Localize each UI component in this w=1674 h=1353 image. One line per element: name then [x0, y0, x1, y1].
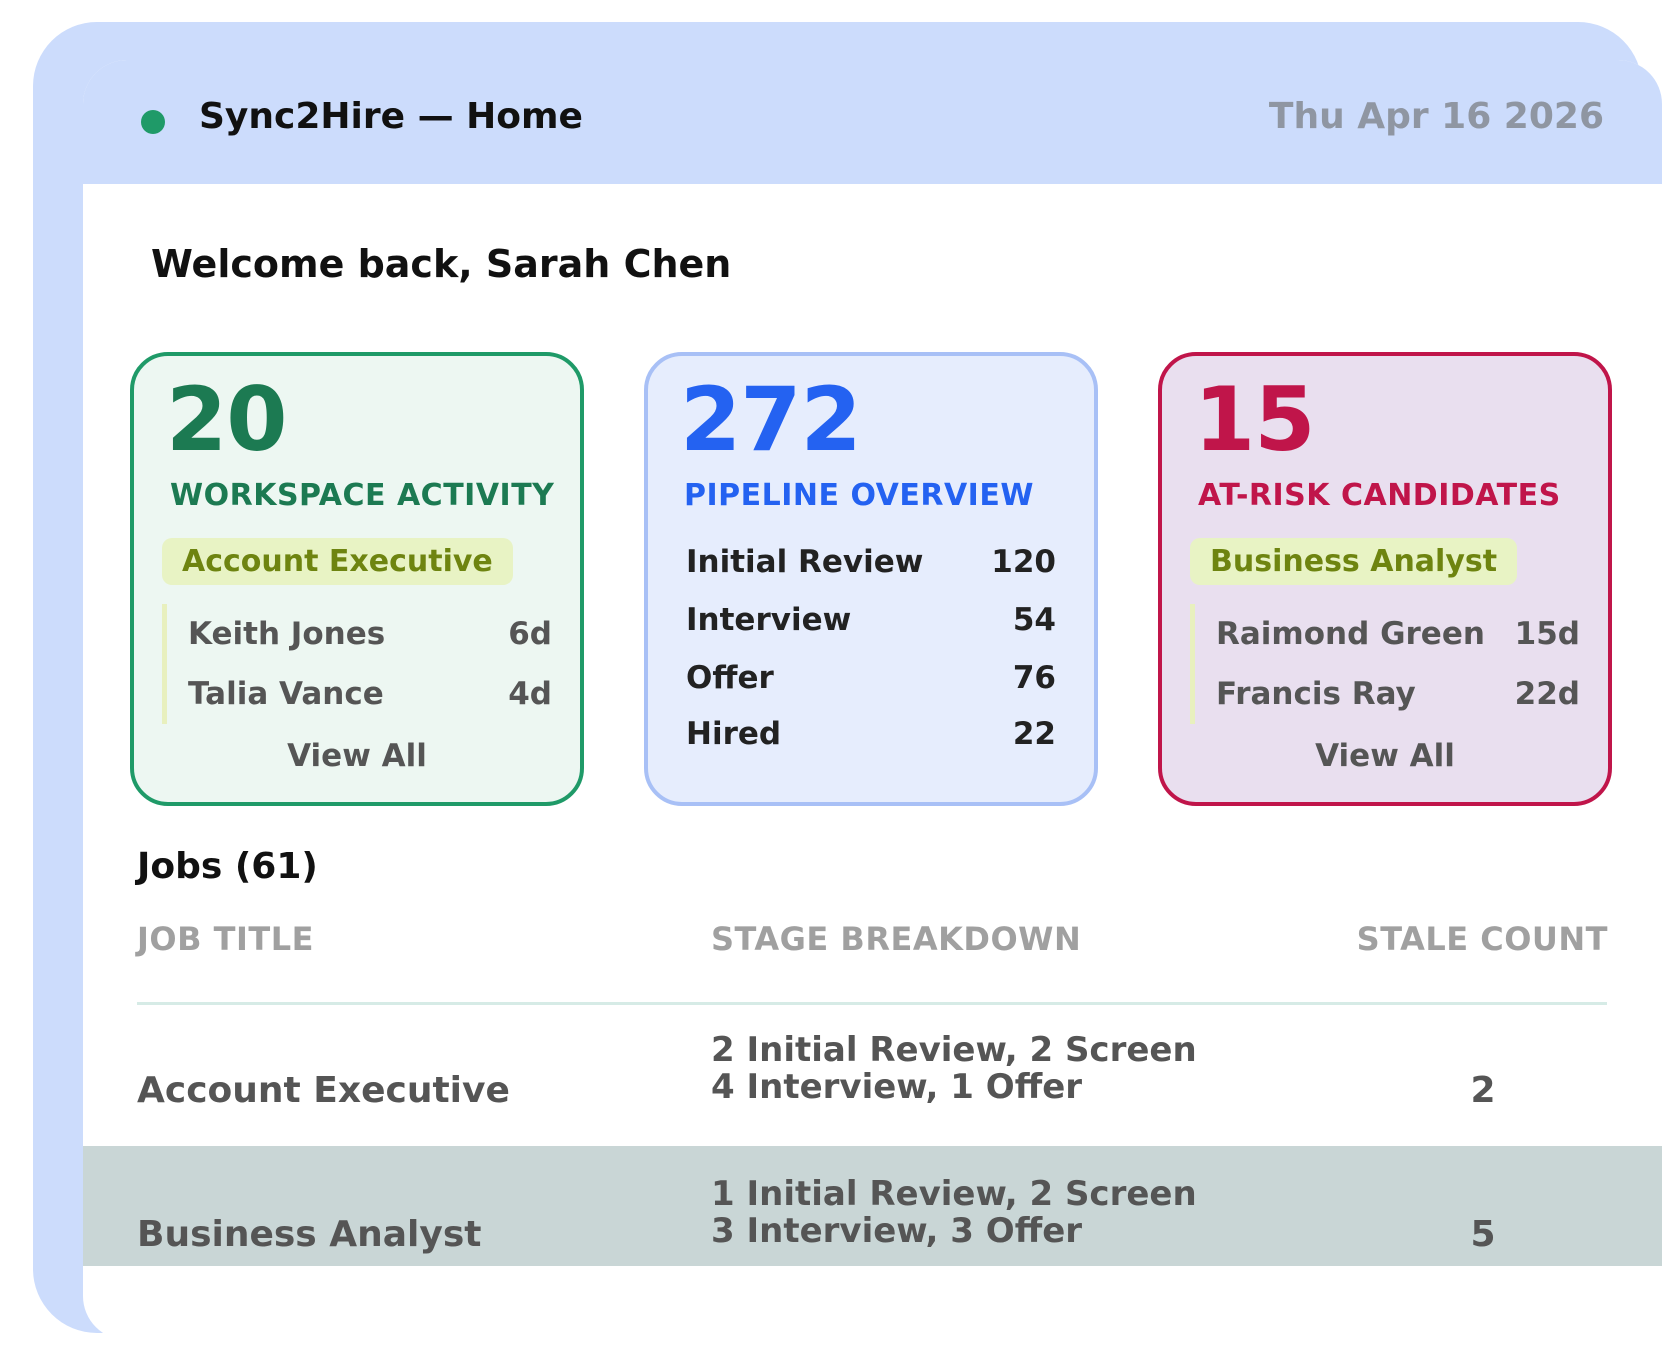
stage-breakdown-line: 2 Initial Review, 2 Screen: [711, 1030, 1197, 1070]
stage-name: Interview: [686, 602, 852, 638]
candidate-name: Talia Vance: [188, 676, 384, 712]
candidate-name: Keith Jones: [188, 616, 386, 652]
column-header-job-title[interactable]: JOB TITLE: [137, 920, 314, 958]
pipeline-stage-row[interactable]: Initial Review 120: [686, 544, 1056, 584]
view-all-link[interactable]: View All: [1162, 738, 1608, 774]
stage-breakdown: 2 Initial Review, 2 Screen 4 Interview, …: [711, 1032, 1197, 1106]
app-window: Sync2Hire — Home Thu Apr 16 2026 Welcome…: [83, 60, 1662, 1340]
workspace-activity-card[interactable]: 20 WORKSPACE ACTIVITY Account Executive …: [130, 352, 584, 806]
candidate-row[interactable]: Keith Jones 6d: [188, 616, 552, 656]
app-window-frame: Sync2Hire — Home Thu Apr 16 2026 Welcome…: [33, 22, 1662, 1340]
stale-count: 2: [1470, 1070, 1496, 1111]
table-row[interactable]: Account Executive 2 Initial Review, 2 Sc…: [83, 1032, 1662, 1152]
candidate-row[interactable]: Talia Vance 4d: [188, 676, 552, 716]
stage-count: 76: [1012, 660, 1056, 696]
candidate-days: 6d: [508, 616, 552, 652]
candidate-name: Raimond Green: [1216, 616, 1485, 652]
job-title: Account Executive: [137, 1070, 510, 1111]
stage-name: Initial Review: [686, 544, 924, 580]
pipeline-stage-row[interactable]: Offer 76: [686, 660, 1056, 700]
stage-name: Offer: [686, 660, 774, 696]
stage-count: 120: [991, 544, 1056, 580]
top-bar: Sync2Hire — Home Thu Apr 16 2026: [83, 60, 1662, 184]
stale-count: 5: [1470, 1214, 1496, 1255]
candidate-row[interactable]: Francis Ray 22d: [1216, 676, 1580, 716]
stage-count: 54: [1012, 602, 1056, 638]
stage-breakdown-line: 4 Interview, 1 Offer: [711, 1067, 1083, 1107]
pipeline-stage-row[interactable]: Interview 54: [686, 602, 1056, 642]
view-all-link[interactable]: View All: [134, 738, 580, 774]
at-risk-label: AT-RISK CANDIDATES: [1198, 478, 1561, 513]
pipeline-overview-card[interactable]: 272 PIPELINE OVERVIEW Initial Review 120…: [644, 352, 1098, 806]
candidate-days: 4d: [508, 676, 552, 712]
at-risk-candidates-card[interactable]: 15 AT-RISK CANDIDATES Business Analyst R…: [1158, 352, 1612, 806]
pipeline-stage-row[interactable]: Hired 22: [686, 716, 1056, 756]
current-date: Thu Apr 16 2026: [1268, 96, 1604, 137]
status-indicator-icon: [141, 110, 165, 134]
divider: [162, 604, 167, 724]
candidate-name: Francis Ray: [1216, 676, 1416, 712]
column-header-stage-breakdown[interactable]: STAGE BREAKDOWN: [711, 920, 1081, 958]
page-title: Sync2Hire — Home: [199, 96, 583, 137]
candidate-days: 15d: [1514, 616, 1580, 652]
job-tag: Business Analyst: [1190, 538, 1518, 585]
table-row[interactable]: Business Analyst 1 Initial Review, 2 Scr…: [83, 1176, 1662, 1296]
stage-name: Hired: [686, 716, 782, 752]
job-title: Business Analyst: [137, 1214, 482, 1255]
table-header-divider: [137, 1002, 1607, 1005]
divider: [1190, 604, 1195, 724]
pipeline-total-count: 272: [680, 368, 862, 471]
candidate-row[interactable]: Raimond Green 15d: [1216, 616, 1580, 656]
stage-breakdown: 1 Initial Review, 2 Screen 3 Interview, …: [711, 1176, 1197, 1250]
at-risk-count: 15: [1194, 368, 1315, 471]
workspace-activity-count: 20: [166, 368, 287, 471]
stage-count: 22: [1012, 716, 1056, 752]
workspace-activity-label: WORKSPACE ACTIVITY: [170, 478, 555, 513]
welcome-message: Welcome back, Sarah Chen: [151, 242, 732, 286]
column-header-stale-count[interactable]: STALE COUNT: [1357, 920, 1608, 958]
stage-breakdown-line: 3 Interview, 3 Offer: [711, 1211, 1083, 1251]
jobs-section-title: Jobs (61): [137, 846, 318, 887]
stage-breakdown-line: 1 Initial Review, 2 Screen: [711, 1174, 1197, 1214]
candidate-days: 22d: [1514, 676, 1580, 712]
pipeline-overview-label: PIPELINE OVERVIEW: [684, 478, 1034, 513]
job-tag: Account Executive: [162, 538, 513, 585]
